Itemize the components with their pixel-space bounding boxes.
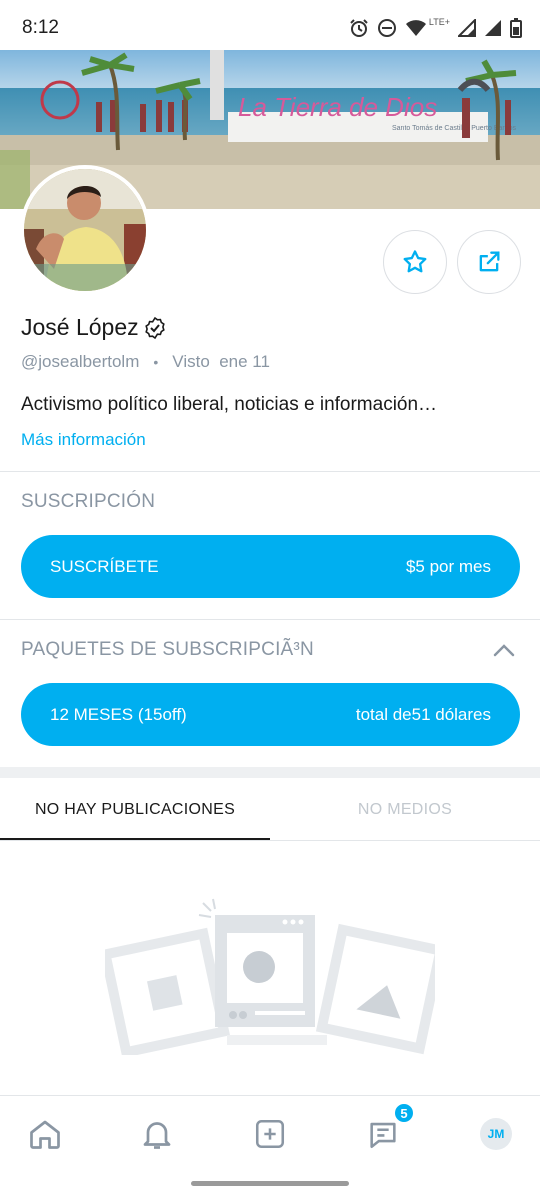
chevron-up-icon[interactable]: [492, 642, 516, 658]
profile-handle: @josealbertolm: [21, 352, 140, 371]
star-icon: [403, 250, 427, 273]
profile-meta: @josealbertolm • Visto ene 11: [21, 352, 270, 372]
profile-name-row: José López: [21, 314, 167, 341]
bundle-label: 12 MESES (15off): [50, 704, 187, 724]
wifi-icon: [405, 20, 426, 36]
divider: [0, 840, 540, 841]
empty-state-illustration: [105, 898, 435, 1055]
signal-icon: [458, 19, 476, 37]
messages-icon: [370, 1122, 396, 1149]
share-button[interactable]: [457, 230, 521, 294]
favorite-button[interactable]: [383, 230, 447, 294]
nav-home[interactable]: [25, 1114, 65, 1154]
bottom-navigation: 5 JM: [0, 1095, 540, 1171]
profile-bio: Activismo político liberal, noticias e i…: [21, 394, 438, 415]
home-indicator[interactable]: [191, 1181, 349, 1186]
section-separator: [0, 767, 540, 778]
nav-profile[interactable]: JM: [476, 1114, 516, 1154]
tab-media[interactable]: NO MEDIOS: [270, 780, 540, 840]
home-icon: [30, 1120, 60, 1149]
nav-add[interactable]: [250, 1114, 290, 1154]
network-label: LTE+: [428, 17, 450, 27]
nav-avatar: JM: [480, 1118, 512, 1150]
tab-posts[interactable]: NO HAY PUBLICACIONES: [0, 780, 270, 840]
divider: [0, 471, 540, 472]
last-seen: Visto ene 11: [172, 352, 270, 371]
battery-icon: [510, 18, 522, 38]
bundle-price: total de51 dólares: [355, 704, 491, 724]
signal-icon: [485, 20, 501, 36]
status-icons: LTE+: [349, 17, 522, 39]
subscription-title: SUSCRIPCIÓN: [21, 491, 156, 512]
status-time: 8:12: [22, 17, 59, 38]
bundle-12-months-button[interactable]: 12 MESES (15off) total de51 dólares: [21, 683, 520, 746]
messages-badge: 5: [393, 1102, 415, 1124]
meta-separator: •: [153, 354, 159, 370]
verified-icon: [144, 316, 165, 339]
profile-name: José López: [21, 314, 139, 340]
cover-sign-text: La Tierra de Dios: [238, 92, 437, 122]
share-icon: [479, 251, 500, 272]
subscribe-button[interactable]: SUSCRÍBETE $5 por mes: [21, 535, 520, 598]
nav-messages[interactable]: 5: [363, 1102, 415, 1154]
alarm-icon: [350, 19, 368, 37]
status-bar: 8:12 LTE+: [0, 0, 540, 50]
more-info-link[interactable]: Más información: [21, 430, 146, 450]
nav-notifications[interactable]: [137, 1114, 177, 1154]
do-not-disturb-icon: [377, 19, 396, 37]
add-icon: [255, 1119, 285, 1149]
bundles-title: PAQUETES DE SUBSCRIPCIÃ³N: [21, 639, 314, 660]
subscribe-price: $5 por mes: [405, 556, 491, 576]
profile-avatar[interactable]: [20, 165, 150, 295]
divider: [0, 619, 540, 620]
bell-icon: [143, 1122, 171, 1149]
subscribe-label: SUSCRÍBETE: [50, 556, 159, 576]
